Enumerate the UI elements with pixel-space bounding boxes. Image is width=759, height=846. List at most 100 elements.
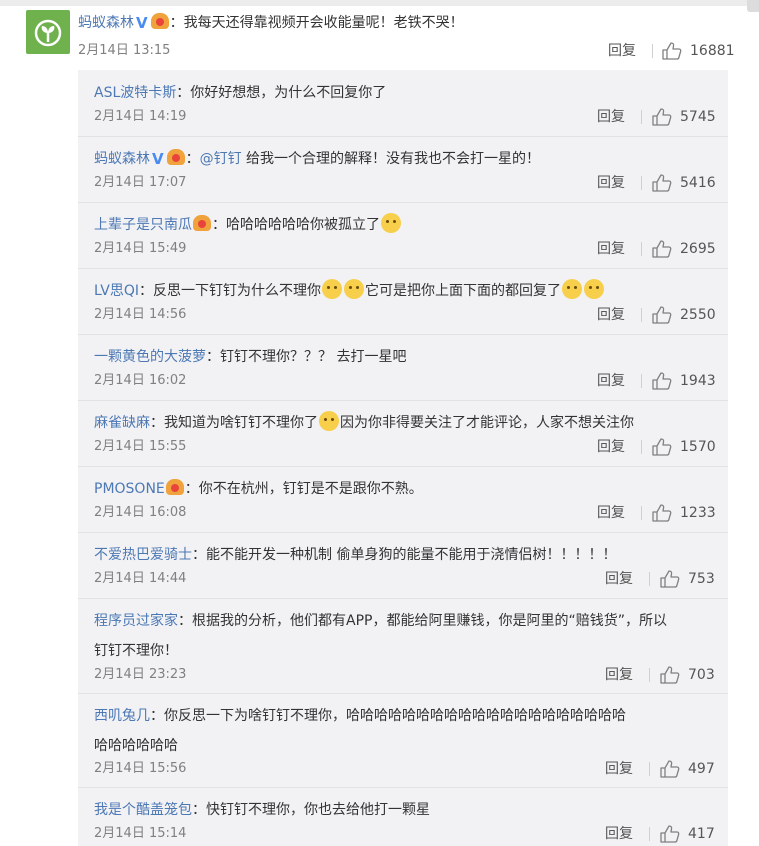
reply-body-continued: 因为你非得要关注了才能评论，人家不想关注你 bbox=[340, 415, 634, 431]
thumbs-up-icon bbox=[652, 108, 672, 126]
reply-date: 2月14日 16:08 bbox=[94, 505, 187, 520]
reply-button[interactable]: 回复 bbox=[605, 568, 633, 590]
reply-button[interactable]: 回复 bbox=[597, 106, 625, 128]
reply-body: 给我一个合理的解释！没有我也不会打一星的！ bbox=[241, 151, 541, 167]
reply-meta: 2月14日 15:14 回复 417 bbox=[94, 823, 715, 845]
reply-button[interactable]: 回复 bbox=[608, 40, 636, 62]
username-link[interactable]: 上辈子是只南瓜 bbox=[94, 217, 192, 233]
reply-body-continued: 哈哈哈哈哈哈 bbox=[94, 738, 178, 754]
list-item: 上辈子是只南瓜 ：哈哈哈哈哈哈你被孤立了 2月14日 15:49 回复 2695 bbox=[78, 202, 728, 269]
reply-date: 2月14日 17:07 bbox=[94, 175, 187, 190]
divider bbox=[641, 440, 642, 454]
reply-body: ：哈哈哈哈哈哈你被孤立了 bbox=[212, 217, 380, 233]
medal-icon bbox=[166, 149, 185, 165]
reply-meta: 2月14日 14:44 回复 753 bbox=[94, 568, 715, 590]
thumbs-up-icon bbox=[660, 666, 680, 684]
username-link[interactable]: 不爱热巴爱骑士 bbox=[94, 547, 192, 563]
reply-date: 2月14日 15:55 bbox=[94, 439, 187, 454]
username-link[interactable]: 蚂蚁森林 bbox=[94, 151, 150, 167]
ant-forest-logo-icon bbox=[34, 19, 62, 47]
emoji-icon bbox=[319, 411, 339, 431]
username-link[interactable]: 一颗黄色的大菠萝 bbox=[94, 349, 206, 365]
reply-body: ：钉钉不理你？？？ 去打一星吧 bbox=[206, 349, 407, 365]
main-comment: 蚂蚁森林 V ：我每天还得靠视频开会收能量呢！老铁不哭！ 2月14日 13:15 回… bbox=[26, 10, 746, 70]
thumbs-up-icon bbox=[652, 438, 672, 456]
comment-body: ：我每天还得靠视频开会收能量呢！老铁不哭！ bbox=[169, 15, 464, 31]
reply-date: 2月14日 14:56 bbox=[94, 307, 187, 322]
divider bbox=[641, 308, 642, 322]
reply-button[interactable]: 回复 bbox=[605, 823, 633, 845]
reply-text: ASL波特卡斯：你好好想想，为什么不回复你了 bbox=[94, 78, 719, 108]
reply-date: 2月14日 16:02 bbox=[94, 373, 187, 388]
reply-meta: 2月14日 15:49 回复 2695 bbox=[94, 238, 716, 260]
reply-date: 2月14日 15:56 bbox=[94, 761, 187, 776]
emoji-icon bbox=[344, 279, 364, 299]
list-item: 我是个酷盖笼包：快钉钉不理你，你也去给他打一颗星 2月14日 15:14 回复 … bbox=[78, 787, 728, 846]
reply-body: ：能不能开发一种机制 偷单身狗的能量不能用于浇情侣树！！！！！ bbox=[192, 547, 617, 563]
thumbs-up-icon bbox=[660, 570, 680, 588]
reply-button[interactable]: 回复 bbox=[597, 304, 625, 326]
reply-date: 2月14日 14:44 bbox=[94, 571, 187, 586]
reply-meta: 2月14日 15:56 回复 497 bbox=[94, 758, 715, 780]
reply-body: ：快钉钉不理你，你也去给他打一颗星 bbox=[192, 802, 430, 818]
reply-button[interactable]: 回复 bbox=[605, 664, 633, 686]
list-item: 一颗黄色的大菠萝：钉钉不理你？？？ 去打一星吧 2月14日 16:02 回复 1… bbox=[78, 334, 728, 401]
reply-button[interactable]: 回复 bbox=[597, 370, 625, 392]
medal-icon bbox=[165, 479, 184, 495]
mention-link[interactable]: @钉钉 bbox=[200, 151, 242, 167]
like-count: 5416 bbox=[680, 175, 716, 191]
username-link[interactable]: LV思QI bbox=[94, 283, 139, 299]
emoji-icon bbox=[562, 279, 582, 299]
reply-date: 2月14日 14:19 bbox=[94, 109, 187, 124]
comment-meta: 2月14日 13:15 回复 16881 bbox=[78, 40, 754, 62]
username-link[interactable]: 我是个酷盖笼包 bbox=[94, 802, 192, 818]
comment-date: 2月14日 13:15 bbox=[78, 43, 171, 58]
divider bbox=[641, 110, 642, 124]
like-count: 753 bbox=[688, 571, 715, 587]
avatar[interactable] bbox=[26, 10, 70, 54]
like-count: 5745 bbox=[680, 109, 716, 125]
emoji-icon bbox=[381, 213, 401, 233]
list-item: LV思QI：反思一下钉钉为什么不理你 它可是把你上面下面的都回复了 2月14日 1… bbox=[78, 268, 728, 335]
reply-button[interactable]: 回复 bbox=[605, 758, 633, 780]
like-count: 1570 bbox=[680, 439, 716, 455]
reply-meta: 2月14日 23:23 回复 703 bbox=[94, 664, 715, 686]
reply-button[interactable]: 回复 bbox=[597, 238, 625, 260]
reply-date: 2月14日 23:23 bbox=[94, 667, 187, 682]
reply-text: 不爱热巴爱骑士：能不能开发一种机制 偷单身狗的能量不能用于浇情侣树！！！！！ bbox=[94, 540, 719, 570]
like-count: 1233 bbox=[680, 505, 716, 521]
reply-date: 2月14日 15:14 bbox=[94, 826, 187, 841]
reply-meta: 2月14日 16:08 回复 1233 bbox=[94, 502, 716, 524]
list-item: 蚂蚁森林 V ：@钉钉 给我一个合理的解释！没有我也不会打一星的！ 2月14日 17… bbox=[78, 136, 728, 203]
like-count: 16881 bbox=[690, 43, 735, 59]
reply-button[interactable]: 回复 bbox=[597, 502, 625, 524]
thumbs-up-icon bbox=[652, 504, 672, 522]
reply-text: 蚂蚁森林 V ：@钉钉 给我一个合理的解释！没有我也不会打一星的！ bbox=[94, 144, 719, 174]
list-item: 麻雀缺麻：我知道为啥钉钉不理你了 因为你非得要关注了才能评论，人家不想关注你 2月… bbox=[78, 400, 728, 467]
like-count: 417 bbox=[688, 826, 715, 842]
username-link[interactable]: PMOSONE bbox=[94, 481, 165, 497]
top-divider bbox=[0, 0, 759, 6]
thumbs-up-icon bbox=[652, 240, 672, 258]
thumbs-up-icon bbox=[660, 760, 680, 778]
divider bbox=[649, 668, 650, 682]
reply-text: 麻雀缺麻：我知道为啥钉钉不理你了 因为你非得要关注了才能评论，人家不想关注你 bbox=[94, 408, 719, 438]
username-link[interactable]: 麻雀缺麻 bbox=[94, 415, 150, 431]
username-link[interactable]: 蚂蚁森林 bbox=[78, 15, 134, 31]
reply-text: 西叽兔几：你反思一下为啥钉钉不理你，哈哈哈哈哈哈哈哈哈哈哈哈哈哈哈哈哈哈哈哈 哈哈… bbox=[94, 701, 719, 761]
emoji-icon bbox=[584, 279, 604, 299]
reply-body: ：根据我的分析，他们都有APP，都能给阿里赚钱，你是阿里的“赔钱货”，所以 bbox=[178, 613, 667, 629]
reply-button[interactable]: 回复 bbox=[597, 172, 625, 194]
reply-body: ：反思一下钉钉为什么不理你 bbox=[139, 283, 321, 299]
reply-text: 上辈子是只南瓜 ：哈哈哈哈哈哈你被孤立了 bbox=[94, 210, 719, 240]
like-count: 2550 bbox=[680, 307, 716, 323]
username-link[interactable]: 西叽兔几 bbox=[94, 708, 150, 724]
username-link[interactable]: 程序员过家家 bbox=[94, 613, 178, 629]
reply-body: ：你好好想想，为什么不回复你了 bbox=[176, 85, 387, 101]
username-link[interactable]: ASL波特卡斯 bbox=[94, 85, 176, 101]
reply-button[interactable]: 回复 bbox=[597, 436, 625, 458]
verified-icon: V bbox=[152, 150, 164, 168]
reply-body: ：你不在杭州，钉钉是不是跟你不熟。 bbox=[184, 481, 423, 497]
list-item: 程序员过家家：根据我的分析，他们都有APP，都能给阿里赚钱，你是阿里的“赔钱货”… bbox=[78, 598, 728, 694]
thumbs-up-icon bbox=[652, 174, 672, 192]
